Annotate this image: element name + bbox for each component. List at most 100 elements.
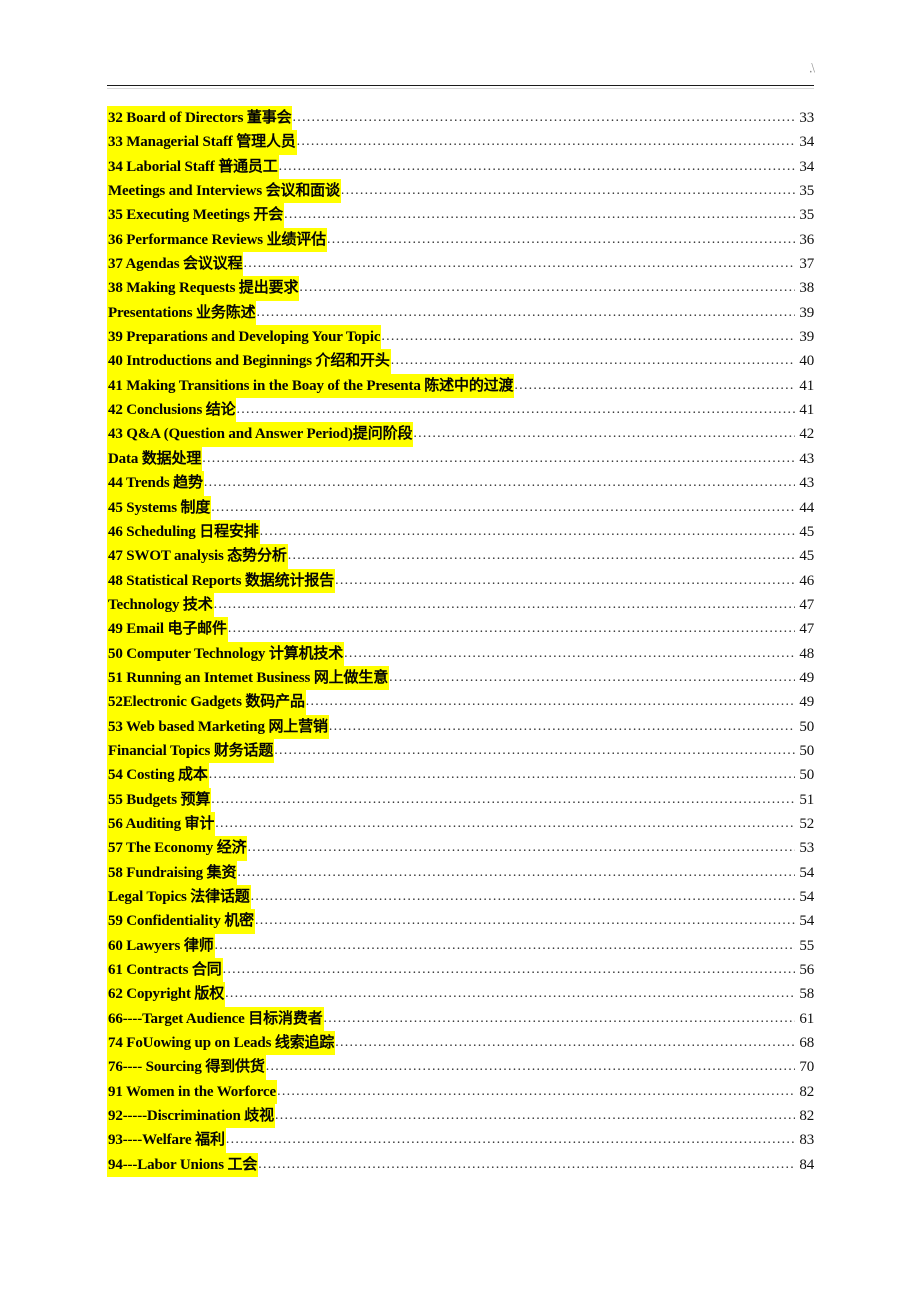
toc-entry[interactable]: 34 Laborial Staff 普通员工 34 [107,154,814,180]
toc-leader-dots [279,155,795,179]
toc-entry-page-number: 54 [799,864,814,881]
toc-leader-dots [389,666,795,690]
toc-entry[interactable]: 58 Fundraising 集资 54 [107,860,814,885]
toc-entry[interactable]: 59 Confidentiality 机密 54 [107,909,814,934]
toc-entry-label: 40 Introductions and Beginnings 介绍和开头 [107,349,391,374]
toc-entry[interactable]: 74 FoUowing up on Leads 线索追踪 68 [107,1031,814,1056]
toc-entry-page-number: 52 [799,815,814,832]
toc-entry-label: 35 Executing Meetings 开会 [107,203,285,228]
toc-entry[interactable]: 41 Making Transitions in the Boay of the… [107,373,814,399]
toc-entry[interactable]: 93----Welfare 福利 83 [107,1128,814,1153]
toc-leader-dots [299,276,795,300]
toc-leader-dots [211,788,795,812]
toc-entry[interactable]: 76---- Sourcing 得到供货 70 [107,1055,814,1080]
toc-leader-dots [237,861,795,885]
toc-entry-page-number: 82 [799,1083,814,1100]
toc-entry[interactable]: 39 Preparations and Developing Your Topi… [107,325,814,350]
toc-entry[interactable]: Data 数据处理 43 [107,446,814,472]
toc-entry[interactable]: 38 Making Requests 提出要求 38 [107,276,814,301]
toc-leader-dots [215,812,795,836]
toc-entry-page-number: 84 [799,1156,814,1173]
toc-entry[interactable]: Technology 技术 47 [107,592,814,618]
toc-entry-page-number: 49 [799,669,814,686]
toc-entry-page-number: 35 [799,207,814,224]
toc-entry-page-number: 42 [799,426,814,443]
toc-entry-page-number: 53 [799,840,814,857]
toc-entry-page-number: 54 [799,913,814,930]
toc-entry[interactable]: 92-----Discrimination 歧视 82 [107,1104,814,1129]
toc-entry-label: 48 Statistical Reports 数据统计报告 [107,568,336,593]
toc-entry-label: 57 The Economy 经济 [107,836,248,861]
toc-entry[interactable]: 45 Systems 制度 44 [107,495,814,520]
document-page: .\ 32 Board of Directors 董事会 33 33 Manager… [0,0,920,1302]
toc-entry[interactable]: 55 Budgets 预算 51 [107,787,814,812]
toc-entry[interactable]: 44 Trends 趋势 43 [107,471,814,496]
toc-leader-dots [228,617,795,641]
toc-entry-page-number: 46 [799,572,814,589]
toc-entry[interactable]: 53 Web based Marketing 网上营销 50 [107,714,814,739]
toc-entry[interactable]: Meetings and Interviews 会议和面谈 35 [107,179,814,204]
toc-leader-dots [214,593,795,617]
toc-entry[interactable]: 60 Lawyers 律师 55 [107,933,814,959]
toc-entry-label: 53 Web based Marketing 网上营销 [107,714,329,739]
toc-entry[interactable]: Presentations 业务陈述 39 [107,300,814,326]
toc-entry-label: 44 Trends 趋势 [107,471,204,496]
toc-entry-label: 59 Confidentiality 机密 [107,909,256,934]
toc-entry[interactable]: 62 Copyright 版权 58 [107,982,814,1007]
toc-entry[interactable]: 46 Scheduling 日程安排 45 [107,519,814,545]
toc-entry-label: 61 Contracts 合同 [107,958,223,983]
toc-entry-page-number: 43 [799,450,814,467]
toc-leader-dots [260,520,795,544]
toc-leader-dots [344,642,795,666]
toc-entry-page-number: 34 [799,158,814,175]
toc-leader-dots [255,909,795,933]
toc-entry[interactable]: 52Electronic Gadgets 数码产品 49 [107,690,814,715]
toc-entry[interactable]: 42 Conclusions 结论 41 [107,398,814,423]
toc-entry[interactable]: 33 Managerial Staff 管理人员 34 [107,130,814,155]
toc-entry-label: 52Electronic Gadgets 数码产品 [107,690,306,715]
toc-entry[interactable]: Legal Topics 法律话题 54 [107,885,814,910]
toc-entry[interactable]: 50 Computer Technology 计算机技术 48 [107,641,814,666]
toc-entry-label: Technology 技术 [107,592,214,618]
toc-entry[interactable]: 91 Women in the Worforce 82 [107,1079,814,1105]
toc-entry[interactable]: 43 Q&A (Question and Answer Period)提问阶段 4… [107,422,814,447]
toc-leader-dots [266,1055,795,1079]
toc-entry[interactable]: 61 Contracts 合同 56 [107,958,814,983]
toc-entry[interactable]: 32 Board of Directors 董事会 33 [107,106,814,131]
toc-leader-dots [514,374,795,398]
toc-leader-dots [324,1007,795,1031]
toc-entry-label: 94---Labor Unions 工会 [107,1152,259,1178]
toc-entry-label: 93----Welfare 福利 [107,1128,226,1153]
toc-entry[interactable]: Financial Topics 财务话题 50 [107,738,814,764]
toc-leader-dots [391,349,795,373]
toc-entry-page-number: 39 [799,304,814,321]
toc-entry[interactable]: 37 Agendas 会议议程 37 [107,252,814,277]
toc-entry[interactable]: 36 Performance Reviews 业绩评估 36 [107,227,814,253]
toc-entry[interactable]: 35 Executing Meetings 开会 35 [107,203,814,228]
toc-leader-dots [211,496,795,520]
toc-entry[interactable]: 57 The Economy 经济 53 [107,836,814,861]
toc-entry[interactable]: 54 Costing 成本 50 [107,763,814,788]
toc-entry-label: 92-----Discrimination 歧视 [107,1104,275,1129]
toc-entry[interactable]: 48 Statistical Reports 数据统计报告 46 [107,568,814,593]
toc-leader-dots [274,739,795,763]
toc-leader-dots [251,885,795,909]
toc-leader-dots [256,301,795,325]
toc-entry-page-number: 35 [799,183,814,200]
toc-leader-dots [335,569,795,593]
toc-leader-dots [284,203,795,227]
toc-entry[interactable]: 47 SWOT analysis 态势分析 45 [107,544,814,569]
toc-entry-label: 66----Target Audience 目标消费者 [107,1006,324,1032]
toc-entry-page-number: 41 [799,402,814,419]
toc-entry[interactable]: 51 Running an Intemet Business 网上做生意 49 [107,665,814,691]
toc-leader-dots [215,934,795,958]
toc-entry[interactable]: 66----Target Audience 目标消费者 61 [107,1006,814,1032]
toc-leader-dots [327,228,795,252]
toc-entry-label: 62 Copyright 版权 [107,982,226,1007]
toc-entry-page-number: 48 [799,645,814,662]
toc-entry[interactable]: 56 Auditing 审计 52 [107,811,814,837]
toc-entry[interactable]: 49 Email 电子邮件 47 [107,617,814,642]
toc-entry[interactable]: 94---Labor Unions 工会 84 [107,1152,814,1178]
toc-entry[interactable]: 40 Introductions and Beginnings 介绍和开头 40 [107,349,814,374]
toc-leader-dots [306,690,795,714]
